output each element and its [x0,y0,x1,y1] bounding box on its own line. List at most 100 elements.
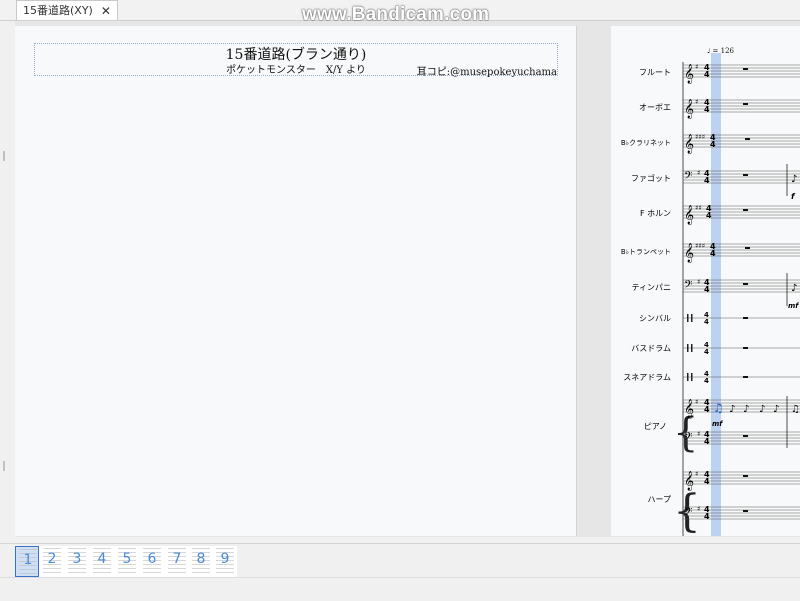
whole-rest [743,475,748,477]
bass-clef-icon: 𝄢 [684,279,692,294]
treble-clef-icon: 𝄞 [684,99,694,119]
chord[interactable]: ♪ [743,404,749,415]
page-number: 4 [97,551,107,567]
key-sharp-icon: ♯ [697,169,700,177]
page-number: 3 [72,551,82,567]
page-thumb-2[interactable]: 2 [40,546,64,577]
bass-clef-icon: 𝄢 [684,506,692,521]
chord[interactable]: ♫ [791,404,800,415]
treble-clef-icon: 𝄞 [684,134,694,154]
instrument-name: B♭トランペット [621,248,671,256]
close-icon[interactable]: ✕ [101,2,111,20]
key-sharp-icon: ♯♯♯ [695,242,705,250]
page-number: 9 [220,551,230,567]
whole-rest [743,174,748,176]
tab-score[interactable]: 15番道路(XY) ✕ [16,0,118,20]
left-panel-gutter [0,21,15,566]
instrument-name: ピアノ [644,422,667,431]
note[interactable]: ♪ [791,174,797,185]
time-sig: 4 [704,437,710,446]
instrument-name: F ホルン [640,209,671,218]
whole-rest [743,435,748,437]
time-sig: 4 [704,477,710,486]
treble-clef-icon: 𝄞 [684,64,694,84]
percussion-clef-icon [691,373,693,381]
treble-clef-icon: 𝄞 [684,399,694,419]
score-page-2[interactable]: ♩ = 126 フルート 𝄞 ♯ 4 4 オーボエ 𝄞 ♯ 4 4 B♭クラリネ… [611,26,800,536]
instrument-name: シンバル [639,314,671,323]
whole-rest [743,283,748,285]
score-composer[interactable]: 耳コピ:@musepokeyuchama [417,63,557,78]
score-canvas[interactable]: 15番道路(ブラン通り) ポケットモンスター X/Y より 耳コピ:@musep… [15,21,800,537]
time-sig: 4 [704,405,710,414]
score-system[interactable]: ♩ = 126 フルート 𝄞 ♯ 4 4 オーボエ 𝄞 ♯ 4 4 B♭クラリネ… [611,26,800,536]
note[interactable]: ♪ [791,283,797,294]
selected-chord[interactable]: ♫ [713,401,724,415]
chord[interactable]: ♪ [729,404,735,415]
splitter-handle[interactable] [3,461,5,471]
key-sharp-icon: ♯ [695,63,698,71]
page-thumb-9[interactable]: 9 [213,546,237,577]
whole-rest [743,68,748,70]
page-number: 6 [147,551,157,567]
time-sig: 4 [704,512,710,521]
page-thumb-7[interactable]: 7 [165,546,189,577]
score-page-1[interactable]: 15番道路(ブラン通り) ポケットモンスター X/Y より 耳コピ:@musep… [15,26,577,536]
key-sharp-icon: ♯ [697,430,700,438]
key-sharp-icon: ♯ [697,505,700,513]
time-sig: 4 [710,249,716,258]
instrument-name: ハープ [647,495,671,504]
time-sig: 4 [704,105,710,114]
percussion-clef-icon [691,314,693,322]
page-thumb-6[interactable]: 6 [140,546,164,577]
time-sig: 4 [704,176,710,185]
whole-rest [743,376,748,378]
staff-piano[interactable]: ピアノ { 𝄞 ♯ 4 4 ♫ ♪ ♪ ♪ ♪ ♫ mf 𝄢 ♯ 4 4 [644,396,800,456]
percussion-clef-icon [687,344,689,352]
instrument-name: ティンパニ [631,283,671,292]
treble-clef-icon: 𝄞 [684,243,694,263]
whole-rest [743,317,748,319]
whole-rest [743,209,748,211]
page-thumb-4[interactable]: 4 [90,546,114,577]
dynamic-marking: mf [712,420,723,428]
time-sig: 4 [704,348,709,356]
time-sig: 4 [706,211,712,220]
instrument-name: B♭クラリネット [621,139,671,147]
instrument-name: フルート [639,68,671,77]
percussion-clef-icon [687,373,689,381]
key-sharp-icon: ♯ [695,98,698,106]
staff-harp[interactable]: ハープ { 𝄞 ♯ 4 4 𝄢 ♯ 4 4 [647,470,800,536]
time-sig: 4 [704,285,710,294]
whole-rest [745,247,750,249]
page-number: 8 [196,551,206,567]
time-sig: 4 [704,318,709,326]
splitter-handle[interactable] [3,151,5,161]
whole-rest [743,347,748,349]
instrument-name: スネアドラム [623,373,671,382]
staff-trumpet[interactable]: B♭トランペット 𝄞 ♯♯♯ 4 4 [621,242,800,263]
key-sharp-icon: ♯♯♯ [695,133,705,141]
time-sig: 4 [710,140,716,149]
time-sig: 4 [704,70,710,79]
chord[interactable]: ♪ [759,404,765,415]
page-thumbnails: 1 2 3 4 5 6 7 8 9 [15,546,237,577]
page-number: 7 [172,551,182,567]
chord[interactable]: ♪ [773,404,779,415]
bass-clef-icon: 𝄢 [684,431,692,446]
page-thumb-8[interactable]: 8 [189,546,213,577]
key-sharp-icon: ♯ [695,398,698,406]
tab-label: 15番道路(XY) [23,3,93,17]
page-number: 5 [122,551,132,567]
treble-clef-icon: 𝄞 [684,471,694,491]
tempo-marking: ♩ = 126 [707,47,735,55]
percussion-clef-icon [687,314,689,322]
title-frame[interactable]: 15番道路(ブラン通り) ポケットモンスター X/Y より 耳コピ:@musep… [34,43,558,78]
page-thumb-1[interactable]: 1 [15,546,39,577]
instrument-name: オーボエ [639,103,671,112]
staff-clarinet[interactable]: B♭クラリネット 𝄞 ♯♯♯ 4 4 [621,133,800,154]
page-thumb-3[interactable]: 3 [65,546,89,577]
status-bar [0,577,800,601]
instrument-name: ファゴット [631,173,671,183]
page-thumb-5[interactable]: 5 [115,546,139,577]
